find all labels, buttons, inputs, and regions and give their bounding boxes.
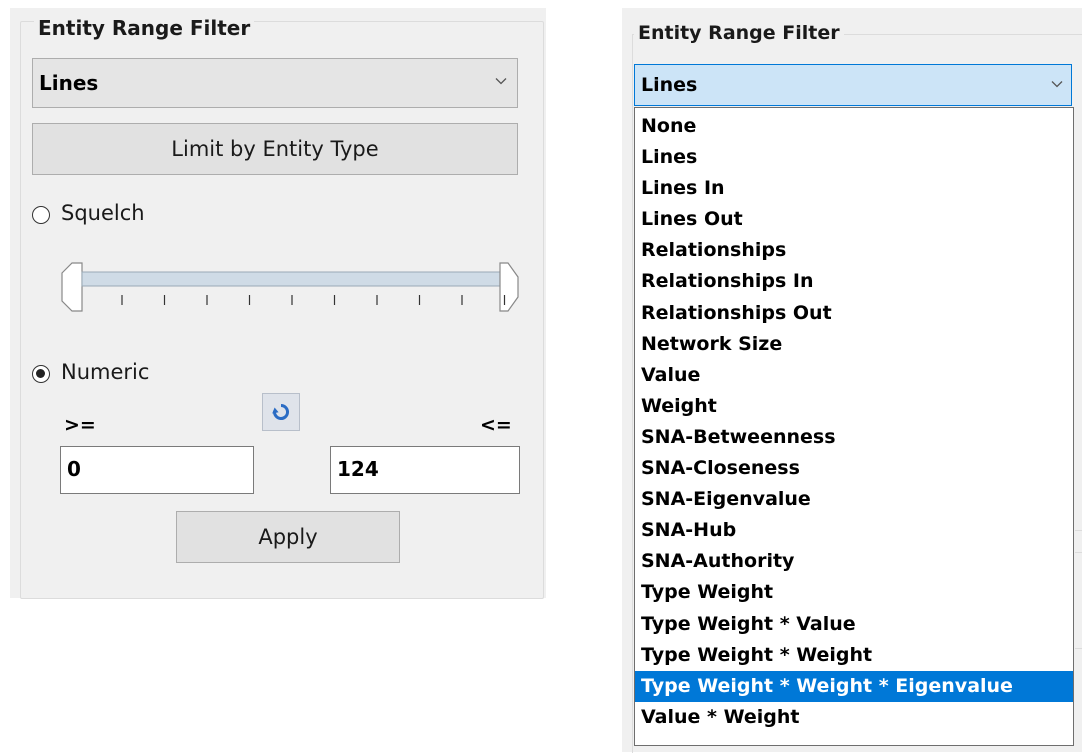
group-divider [1075,552,1082,553]
dropdown-option[interactable]: Relationships [635,235,1073,266]
chevron-down-icon [495,78,507,85]
max-operator-label: <= [480,414,512,436]
dropdown-option[interactable]: Lines Out [635,204,1073,235]
group-divider [1075,648,1082,649]
dropdown-option[interactable]: Lines [635,142,1073,173]
dropdown-option[interactable]: None [635,111,1073,142]
dropdown-option[interactable]: SNA-Betweenness [635,422,1073,453]
dropdown-option[interactable]: SNA-Hub [635,515,1073,546]
dropdown-option[interactable]: Relationships Out [635,298,1073,329]
dropdown-option[interactable]: Type Weight * Value [635,609,1073,640]
group-divider [1075,530,1082,531]
limit-by-entity-type-button[interactable]: Limit by Entity Type [32,123,518,175]
metric-dropdown-list: None Lines Lines In Lines Out Relationships R… [634,107,1074,746]
apply-button[interactable]: Apply [176,511,400,563]
group-title: Entity Range Filter [34,16,255,40]
reset-range-button[interactable] [262,393,300,431]
chevron-down-icon [1051,81,1063,88]
entity-metric-select-open[interactable]: Lines [634,64,1072,106]
numeric-label: Numeric [61,360,150,384]
entity-metric-select[interactable]: Lines [32,58,518,108]
dropdown-option[interactable]: Weight [635,391,1073,422]
slider-ticks [121,295,506,305]
select-value: Lines [39,71,99,95]
numeric-radio[interactable] [32,365,50,383]
squelch-slider[interactable] [60,255,526,325]
dropdown-option[interactable]: Type Weight [635,577,1073,608]
dropdown-option[interactable]: Value [635,360,1073,391]
max-value-input[interactable]: 124 [330,446,520,494]
dropdown-option[interactable]: SNA-Closeness [635,453,1073,484]
slider-right-thumb [499,262,519,312]
min-operator-label: >= [64,414,96,436]
dropdown-option[interactable]: SNA-Eigenvalue [635,484,1073,515]
slider-left-thumb [61,262,83,312]
refresh-icon [272,403,290,420]
squelch-label: Squelch [61,201,145,225]
dropdown-option[interactable]: Value * Weight [635,702,1073,733]
dropdown-option[interactable]: Lines In [635,173,1073,204]
dropdown-option[interactable]: Relationships In [635,266,1073,297]
dropdown-option[interactable]: Type Weight * Weight [635,640,1073,671]
dropdown-option[interactable]: Type Weight * Weight * Eigenvalue [635,670,1073,702]
slider-track [81,271,501,287]
min-value-input[interactable]: 0 [60,446,254,494]
group-title-right: Entity Range Filter [634,22,844,44]
dropdown-option[interactable]: SNA-Authority [635,546,1073,577]
select-value-right: Lines [641,74,698,96]
dropdown-option[interactable]: Network Size [635,329,1073,360]
squelch-radio[interactable] [32,206,50,224]
